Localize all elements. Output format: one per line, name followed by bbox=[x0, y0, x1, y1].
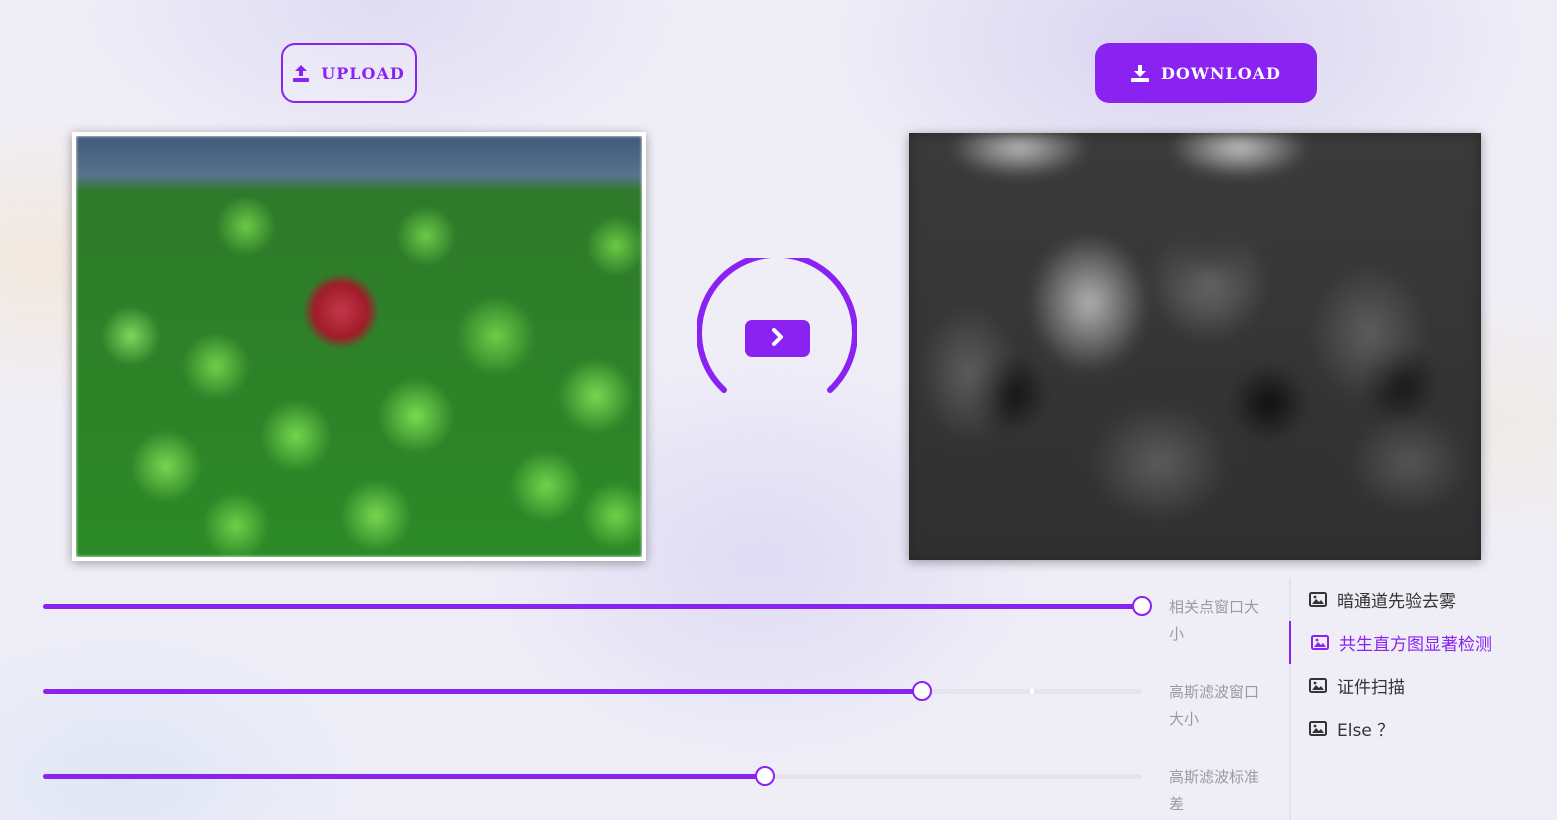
input-image-frame bbox=[72, 132, 646, 561]
download-button[interactable]: DOWNLOAD bbox=[1095, 43, 1317, 103]
menu-item-label: Else ？ bbox=[1337, 721, 1395, 741]
slider-tick bbox=[1030, 689, 1035, 694]
upload-icon bbox=[293, 64, 310, 82]
slider-thumb[interactable] bbox=[1132, 596, 1152, 616]
menu-item-label: 证件扫描 bbox=[1337, 678, 1405, 698]
slider-fill bbox=[43, 604, 1142, 609]
download-label: DOWNLOAD bbox=[1161, 63, 1281, 83]
algorithm-menu: 暗通道先验去雾 共生直方图显著检测 证件扫描 Else ？ bbox=[1289, 578, 1557, 820]
output-image bbox=[909, 133, 1481, 560]
slider-fill bbox=[43, 774, 766, 779]
upload-button[interactable]: UPLOAD bbox=[281, 43, 417, 103]
window-size-slider[interactable] bbox=[43, 596, 1152, 616]
slider-fill bbox=[43, 689, 923, 694]
gaussian-window-label: 高斯滤波窗口大小 bbox=[1169, 683, 1260, 728]
menu-item-label: 暗通道先验去雾 bbox=[1337, 592, 1456, 612]
chevron-right-icon bbox=[770, 327, 786, 351]
menu-item-document-scan[interactable]: 证件扫描 bbox=[1289, 664, 1539, 707]
gaussian-sigma-slider[interactable] bbox=[43, 766, 1142, 786]
slider-thumb[interactable] bbox=[755, 766, 776, 786]
menu-item-label: 共生直方图显著检测 bbox=[1339, 635, 1492, 655]
window-size-label: 相关点窗口大小 bbox=[1169, 598, 1260, 643]
menu-item-saliency[interactable]: 共生直方图显著检测 bbox=[1289, 621, 1539, 664]
image-icon bbox=[1309, 721, 1327, 736]
menu-item-else[interactable]: Else ？ bbox=[1289, 707, 1539, 750]
image-icon bbox=[1309, 678, 1327, 693]
gaussian-window-slider[interactable] bbox=[43, 681, 1142, 701]
input-image bbox=[76, 136, 642, 557]
slider-thumb[interactable] bbox=[912, 681, 933, 701]
run-button[interactable] bbox=[745, 320, 810, 357]
upload-label: UPLOAD bbox=[321, 63, 405, 83]
run-control bbox=[696, 251, 858, 398]
download-icon bbox=[1131, 64, 1150, 82]
image-icon bbox=[1311, 635, 1329, 650]
output-image-frame bbox=[909, 133, 1481, 560]
menu-item-dehaze[interactable]: 暗通道先验去雾 bbox=[1289, 578, 1539, 621]
image-icon bbox=[1309, 592, 1327, 607]
gaussian-sigma-label: 高斯滤波标准差 bbox=[1169, 768, 1260, 813]
